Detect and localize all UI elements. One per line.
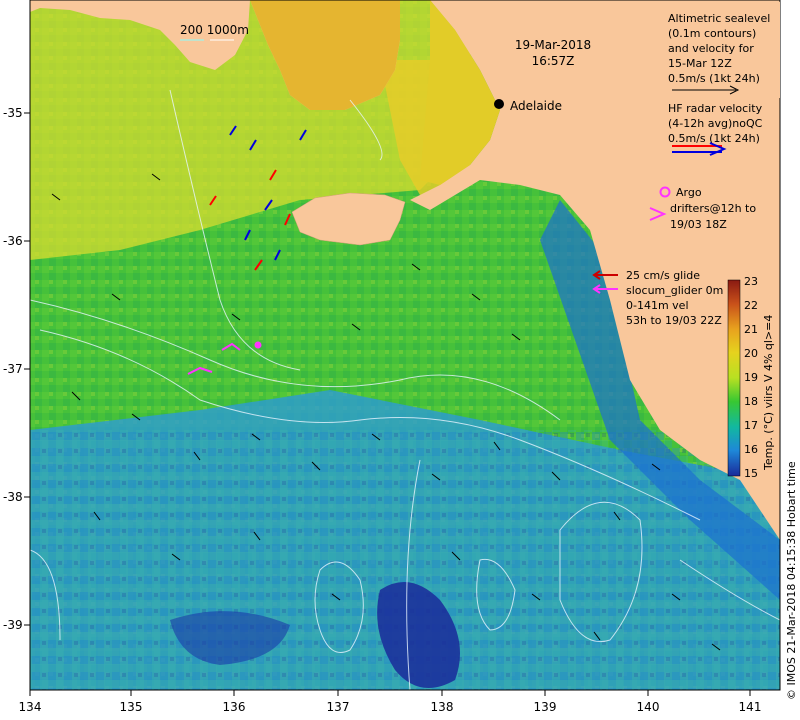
altimetry-legend-line: 0.5m/s (1kt 24h) [668,72,760,85]
colorbar-title: Temp. (°C) viirs V 4% ql>=4 [762,315,775,471]
glider-legend-line: 53h to 19/03 22Z [626,314,722,327]
y-tick-label: -35 [3,106,23,120]
adelaide-label: Adelaide [510,99,562,113]
argo-legend-line: drifters@12h to [670,202,756,215]
x-tick-label: 136 [223,700,246,714]
y-axis-labels: -35 -36 -37 -38 -39 [3,106,30,632]
imos-credit: © IMOS 21-Mar-2018 04:15:38 Hobart time [785,461,798,700]
map-time: 16:57Z [532,54,575,68]
y-tick-label: -37 [3,362,23,376]
x-tick-label: 141 [739,700,762,714]
x-axis-labels: 134 135 136 137 138 139 140 141 [19,700,762,714]
altimetry-legend-line: (0.1m contours) [668,27,756,40]
altimetry-legend-line: and velocity for [668,42,754,55]
colorbar-tick: 23 [744,275,758,288]
depth-contour-label: 200 1000m [180,23,249,37]
argo-legend-line: Argo [676,186,702,199]
hf-radar-legend-line: HF radar velocity [668,102,763,115]
x-tick-label: 135 [120,700,143,714]
altimetry-legend: Altimetric sealevel (0.1m contours) and … [668,2,780,98]
glider-legend-line: 25 cm/s glide [626,269,700,282]
colorbar-tick: 16 [744,443,758,456]
x-tick-label: 138 [431,700,454,714]
colorbar-tick: 15 [744,467,758,480]
hf-radar-legend-line: (4-12h avg)noQC [668,117,763,130]
glider-legend-line: slocum_glider 0m [626,284,723,297]
colorbar-tick: 17 [744,419,758,432]
map-date: 19-Mar-2018 [515,38,591,52]
glider-legend-line: 0-141m vel [626,299,689,312]
colorbar-tick: 20 [744,347,758,360]
altimetry-legend-line: 15-Mar 12Z [668,57,732,70]
altimetry-legend-line: Altimetric sealevel [668,12,770,25]
adelaide-marker [494,99,504,109]
y-tick-label: -36 [3,234,23,248]
colorbar-gradient [727,279,741,477]
y-tick-label: -39 [3,618,23,632]
x-tick-label: 134 [19,700,42,714]
sst-map: 134 135 136 137 138 139 140 141 -35 -36 … [3,0,798,714]
colorbar-tick: 21 [744,323,758,336]
y-tick-label: -38 [3,490,23,504]
x-tick-label: 139 [534,700,557,714]
argo-legend-line: 19/03 18Z [670,218,727,231]
x-axis-ticks [29,690,751,696]
x-tick-label: 137 [327,700,350,714]
x-tick-label: 140 [637,700,660,714]
colorbar-tick: 19 [744,371,758,384]
colorbar-tick: 22 [744,299,758,312]
colorbar-tick: 18 [744,395,758,408]
hf-radar-legend-line: 0.5m/s (1kt 24h) [668,132,760,145]
